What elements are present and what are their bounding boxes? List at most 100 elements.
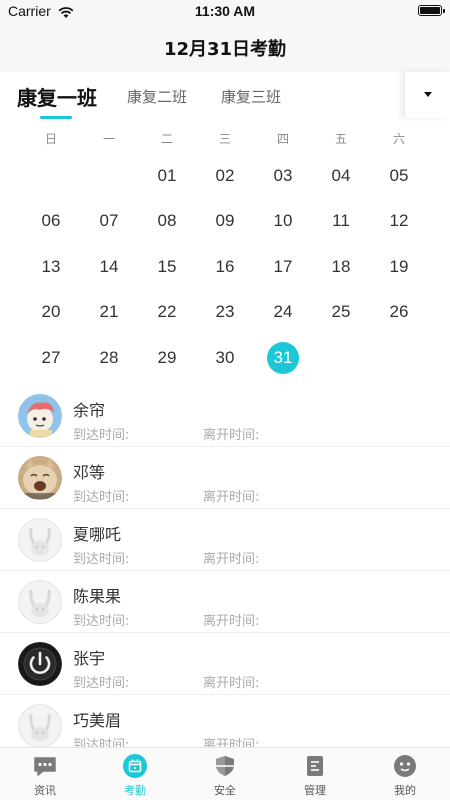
calendar-day[interactable]: 24 bbox=[254, 290, 312, 336]
calendar-grid: 01 02 03 04 05 06 07 08 09 10 11 12 13 14 15 16 17 18 19 20… bbox=[22, 153, 428, 381]
student-name: 陈果果 bbox=[73, 587, 122, 606]
calendar-day-number: 27 bbox=[41, 347, 61, 367]
tabbar-item-manage[interactable]: 管理 bbox=[270, 748, 360, 800]
calendar-day-number: 20 bbox=[41, 302, 61, 322]
calendar-day[interactable]: 16 bbox=[196, 244, 254, 290]
student-row[interactable]: 陈果果 到达时间: 离开时间: bbox=[0, 571, 450, 633]
calendar-day[interactable]: 25 bbox=[312, 290, 370, 336]
calendar-day-number: 18 bbox=[331, 256, 351, 276]
tab-class-1[interactable]: 康复一班 bbox=[17, 82, 97, 116]
calendar-day[interactable]: 30 bbox=[196, 335, 254, 381]
tabbar-label: 安全 bbox=[214, 784, 236, 797]
calendar-day-number: 04 bbox=[331, 165, 351, 185]
calendar-day[interactable]: 22 bbox=[138, 290, 196, 336]
calendar-day[interactable]: 28 bbox=[80, 335, 138, 381]
student-row[interactable]: 邓等 到达时间: 离开时间: bbox=[0, 447, 450, 509]
calendar-day[interactable]: 03 bbox=[254, 153, 312, 199]
calendar-day-number: 09 bbox=[215, 211, 235, 231]
weekday-label: 五 bbox=[334, 132, 347, 146]
calendar-day[interactable]: 07 bbox=[80, 199, 138, 245]
calendar-day[interactable]: 21 bbox=[80, 290, 138, 336]
calendar-day[interactable]: 23 bbox=[196, 290, 254, 336]
calendar-day[interactable]: 17 bbox=[254, 244, 312, 290]
more-classes-button[interactable] bbox=[404, 72, 450, 118]
tab-class-3[interactable]: 康复三班 bbox=[221, 86, 281, 120]
class-tabs: 康复一班 康复二班 康复三班 bbox=[0, 72, 450, 120]
calendar-day[interactable]: 19 bbox=[370, 244, 428, 290]
student-name: 张宇 bbox=[73, 649, 106, 668]
calendar-day[interactable]: 04 bbox=[312, 153, 370, 199]
default-avatar bbox=[18, 580, 62, 624]
weekday-label: 四 bbox=[276, 132, 289, 146]
calendar-day[interactable]: 13 bbox=[22, 244, 80, 290]
calendar-day[interactable]: 20 bbox=[22, 290, 80, 336]
calendar-day-number bbox=[383, 342, 415, 374]
weekday-header: 日 一 二 三 四 五 六 bbox=[22, 130, 428, 150]
calendar-day-number: 05 bbox=[389, 165, 409, 185]
tabbar-item-mine[interactable]: 我的 bbox=[360, 748, 450, 800]
calendar-day-number: 13 bbox=[41, 256, 61, 276]
default-avatar bbox=[18, 518, 62, 562]
calendar-day-number bbox=[35, 160, 67, 192]
calendar-day-number: 31 bbox=[267, 341, 299, 374]
tabbar-label: 我的 bbox=[394, 784, 416, 797]
cat-avatar bbox=[18, 456, 62, 500]
calendar-day-number: 02 bbox=[215, 165, 235, 185]
calendar-day[interactable]: 12 bbox=[370, 199, 428, 245]
calendar-day[interactable]: 01 bbox=[138, 153, 196, 199]
student-row[interactable]: 余帘 到达时间: 离开时间: bbox=[0, 385, 450, 447]
shield-icon bbox=[213, 754, 237, 778]
chat-icon bbox=[33, 754, 57, 778]
student-row[interactable]: 张宇 到达时间: 离开时间: bbox=[0, 633, 450, 695]
student-name: 巧美眉 bbox=[73, 711, 122, 730]
tabbar-label: 考勤 bbox=[124, 784, 146, 797]
weekday-label: 六 bbox=[392, 132, 405, 146]
calendar-day-number: 24 bbox=[273, 302, 293, 322]
calendar-day[interactable]: 26 bbox=[370, 290, 428, 336]
tab-class-2[interactable]: 康复二班 bbox=[127, 86, 187, 120]
calendar-day[interactable]: 11 bbox=[312, 199, 370, 245]
leave-time-label: 离开时间: bbox=[203, 552, 260, 567]
clock: 11:30 AM bbox=[194, 3, 256, 19]
student-name: 夏哪吒 bbox=[73, 525, 122, 544]
calendar-day-number: 16 bbox=[215, 256, 235, 276]
calendar-day[interactable]: 09 bbox=[196, 199, 254, 245]
nav-bar: 12月31日考勤 bbox=[0, 22, 450, 72]
battery-icon bbox=[418, 5, 445, 16]
calendar-day-number: 11 bbox=[332, 211, 350, 231]
attendance-list: 余帘 到达时间: 离开时间: 邓等 到达时间: 离开时间: 夏哪吒 到达时间: … bbox=[0, 385, 450, 747]
calendar-day[interactable]: 29 bbox=[138, 335, 196, 381]
arrive-time-label: 到达时间: bbox=[73, 490, 130, 505]
calendar-day[interactable]: 06 bbox=[22, 199, 80, 245]
calendar-day[interactable]: 08 bbox=[138, 199, 196, 245]
tabbar-item-news[interactable]: 资讯 bbox=[0, 748, 90, 800]
calendar-day[interactable]: 02 bbox=[196, 153, 254, 199]
tabbar-item-attendance[interactable]: 考勤 bbox=[90, 748, 180, 800]
calendar-day[interactable]: 31 bbox=[254, 335, 312, 381]
student-row[interactable]: 夏哪吒 到达时间: 离开时间: bbox=[0, 509, 450, 571]
page-title: 12月31日考勤 bbox=[163, 39, 287, 60]
calendar-day[interactable]: 27 bbox=[22, 335, 80, 381]
weekday-label: 二 bbox=[160, 132, 173, 146]
arrive-time-label: 到达时间: bbox=[73, 676, 130, 691]
tabbar-item-safety[interactable]: 安全 bbox=[180, 748, 270, 800]
document-icon bbox=[303, 754, 327, 778]
student-row[interactable]: 巧美眉 到达时间: 离开时间: bbox=[0, 695, 450, 747]
leave-time-label: 离开时间: bbox=[203, 676, 260, 691]
student-name: 余帘 bbox=[73, 401, 106, 420]
calendar-day[interactable]: 15 bbox=[138, 244, 196, 290]
calendar-day-number: 22 bbox=[157, 302, 177, 322]
power-avatar bbox=[18, 642, 62, 686]
calendar-day[interactable]: 14 bbox=[80, 244, 138, 290]
calendar-day-number: 19 bbox=[389, 256, 409, 276]
calendar-day[interactable]: 18 bbox=[312, 244, 370, 290]
calendar-day[interactable]: 05 bbox=[370, 153, 428, 199]
leave-time-label: 离开时间: bbox=[203, 738, 260, 747]
calendar-day-number bbox=[325, 342, 357, 374]
calendar-day-number: 10 bbox=[273, 211, 293, 231]
calendar-day-number: 21 bbox=[99, 302, 119, 322]
default-avatar bbox=[18, 704, 62, 747]
weekday-label: 一 bbox=[102, 132, 115, 146]
calendar-day[interactable]: 10 bbox=[254, 199, 312, 245]
calendar-day-number: 25 bbox=[331, 302, 351, 322]
